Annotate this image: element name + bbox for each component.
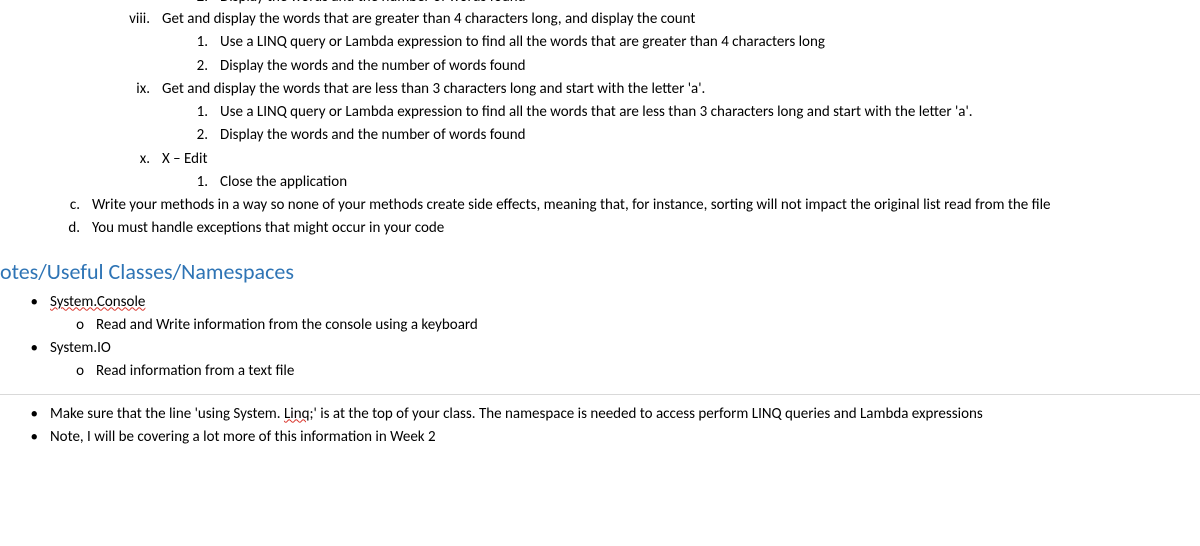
bullet-text: Read and Write information from the cons… <box>96 314 1200 337</box>
bullet-marker: • <box>0 403 50 426</box>
bullet-text: Read information from a text file <box>96 360 1200 383</box>
list-marker: 1. <box>0 31 220 54</box>
list-text: X – Edit <box>162 148 1200 171</box>
list-marker: 2. <box>0 124 220 147</box>
list-marker: ix. <box>0 78 162 101</box>
bullet-marker: • <box>0 426 50 449</box>
text-post: ;' is at the top of your class. The name… <box>309 405 982 423</box>
list-text: Display the words and the number of word… <box>220 55 1200 78</box>
list-marker: 1. <box>0 171 220 194</box>
list-item-x: x. X – Edit <box>0 148 1200 171</box>
list-marker: c. <box>0 194 92 217</box>
list-text: Use a LINQ query or Lambda expression to… <box>220 101 1200 124</box>
list-marker: d. <box>0 217 92 240</box>
truncated-prev-line: 2. Display the words and the number of w… <box>0 0 1200 10</box>
bullet-marker: • <box>0 291 50 314</box>
list-item-ix: ix. Get and display the words that are l… <box>0 78 1200 101</box>
list-text: Close the application <box>220 171 1200 194</box>
list-marker: 2. <box>0 55 220 78</box>
list-marker: viii. <box>0 8 162 31</box>
list-marker: x. <box>0 148 162 171</box>
bullet-text: System.IO <box>50 337 1200 360</box>
section-heading-notes: otes/Useful Classes/Namespaces <box>0 255 1200 289</box>
bullet-text: Make sure that the line 'using System. L… <box>50 403 1200 426</box>
list-item-ix-2: 2. Display the words and the number of w… <box>0 124 1200 147</box>
bullet-text: System.Console <box>50 291 1200 314</box>
misspelled-word: Linq <box>284 405 310 423</box>
bullet-text: Note, I will be covering a lot more of t… <box>50 426 1200 449</box>
list-marker: 1. <box>0 101 220 124</box>
list-text: Use a LINQ query or Lambda expression to… <box>220 31 1200 54</box>
misspelled-word: System.Console <box>50 293 145 311</box>
list-text: Get and display the words that are less … <box>162 78 1200 101</box>
document-page: 2. Display the words and the number of w… <box>0 0 1200 459</box>
list-text: Get and display the words that are great… <box>162 8 1200 31</box>
bullet-system-io: • System.IO <box>0 337 1200 360</box>
bullet-week2-note: • Note, I will be covering a lot more of… <box>0 426 1200 449</box>
list-marker: 2. <box>0 0 220 9</box>
list-item-c: c. Write your methods in a way so none o… <box>0 194 1200 217</box>
list-item-viii-2: 2. Display the words and the number of w… <box>0 55 1200 78</box>
bullet-marker: o <box>0 314 96 337</box>
list-item-viii-1: 1. Use a LINQ query or Lambda expression… <box>0 31 1200 54</box>
separator-line <box>0 394 1200 395</box>
list-text: Display the words and the number of word… <box>220 124 1200 147</box>
bullet-using-linq: • Make sure that the line 'using System.… <box>0 403 1200 426</box>
bullet-system-console-sub: o Read and Write information from the co… <box>0 314 1200 337</box>
bullet-system-io-sub: o Read information from a text file <box>0 360 1200 383</box>
list-item-x-1: 1. Close the application <box>0 171 1200 194</box>
list-item-ix-1: 1. Use a LINQ query or Lambda expression… <box>0 101 1200 124</box>
bullet-marker: o <box>0 360 96 383</box>
list-item-d: d. You must handle exceptions that might… <box>0 217 1200 240</box>
list-text: Display the words and the number of word… <box>220 0 1200 9</box>
bullet-system-console: • System.Console <box>0 291 1200 314</box>
bullet-marker: • <box>0 337 50 360</box>
text-pre: Make sure that the line 'using System. <box>50 405 284 423</box>
list-text: Write your methods in a way so none of y… <box>92 194 1200 217</box>
list-text: You must handle exceptions that might oc… <box>92 217 1200 240</box>
list-item-viii: viii. Get and display the words that are… <box>0 8 1200 31</box>
